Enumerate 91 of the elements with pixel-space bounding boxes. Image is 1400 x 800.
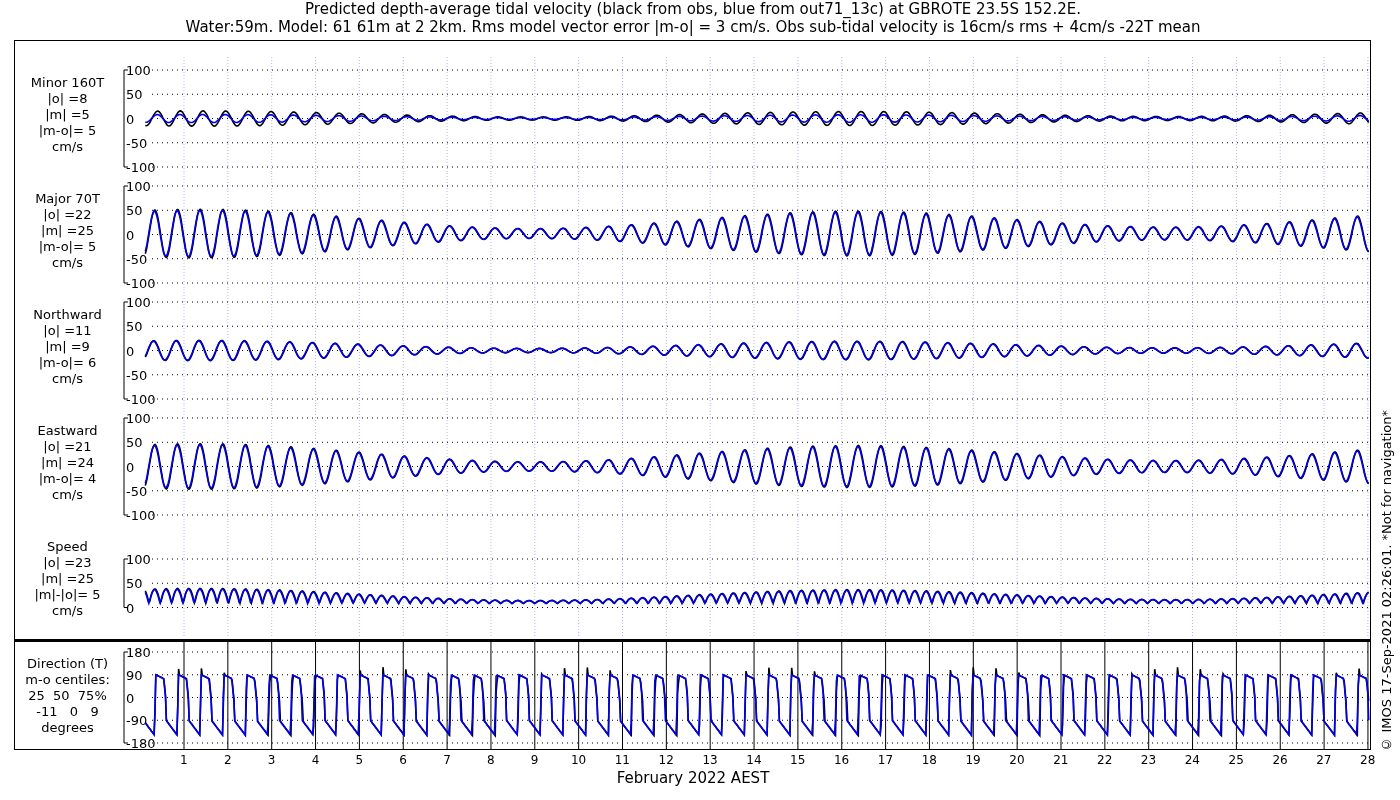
x-tick-label: 18	[920, 752, 938, 769]
chart-title: Predicted depth-average tidal velocity (black from obs, blue from out71_13c) at GBROTE 23.5S 152.2E.	[305, 0, 1081, 18]
y-tick-label: 100	[126, 295, 151, 310]
y-tick-label: -100	[126, 392, 156, 405]
x-tick-label: 17	[876, 752, 895, 769]
x-tick-label: 22	[1096, 752, 1114, 769]
y-tick-label: -50	[126, 367, 148, 383]
panel-label-text: -11 0 9	[36, 704, 99, 720]
x-tick-label: 3	[266, 752, 277, 769]
y-tick-label: 100	[126, 63, 151, 78]
panel-label-text: |o| =11	[43, 323, 92, 339]
x-tick-label: 10	[569, 752, 588, 769]
panel-label-text: cm/s	[52, 139, 83, 155]
x-tick-label: 13	[701, 752, 719, 769]
panel-label-text: 25 50 75%	[28, 688, 107, 704]
panel-label-text: Direction (T)	[27, 656, 108, 672]
y-tick-label: 0	[126, 227, 135, 243]
x-tick-label: 24	[1183, 752, 1201, 769]
x-tick-label: 12	[657, 752, 675, 769]
panel-label-text: m-o centiles:	[25, 672, 110, 688]
x-tick-label: 16	[832, 752, 851, 769]
x-tick-label: 20	[1008, 752, 1026, 769]
x-tick-label: 14	[745, 752, 763, 769]
y-tick-label: 180	[126, 645, 151, 660]
panel-label-text: |o| =23	[43, 555, 92, 571]
y-tick-label: 0	[126, 600, 135, 616]
y-tick-label: 100	[126, 179, 151, 194]
y-tick-label: 50	[126, 203, 143, 219]
panel-label-text: degrees	[41, 720, 94, 736]
y-tick-label: 50	[126, 435, 143, 451]
panel-label-text: Minor 160T	[30, 75, 105, 91]
y-tick-label: -180	[126, 736, 156, 750]
y-tick-label: -50	[126, 135, 148, 151]
x-tick-label: 1	[179, 752, 189, 769]
y-tick-label: 0	[126, 459, 135, 475]
panel-label-text: |m-o|= 5	[38, 239, 97, 255]
x-tick-label: 26	[1271, 752, 1289, 769]
y-tick-label: -50	[126, 251, 148, 267]
y-tick-label: 50	[126, 87, 143, 103]
panel-label-text: cm/s	[52, 487, 83, 503]
panel-label-text: cm/s	[52, 255, 83, 271]
x-axis-label: February 2022 AEST	[615, 770, 771, 786]
y-tick-label: 100	[126, 552, 151, 567]
x-tick-label: 23	[1139, 752, 1158, 769]
panel-label-text: cm/s	[52, 371, 83, 387]
y-axis	[123, 558, 129, 608]
panel-label-text: |m-o|= 4	[38, 471, 97, 487]
x-tick-label: 27	[1315, 752, 1333, 769]
panel-label-text: |o| =21	[43, 439, 92, 455]
y-tick-label: -90	[126, 713, 148, 729]
y-tick-label: 0	[126, 690, 135, 706]
panel-label-text: Eastward	[37, 423, 98, 439]
panel-label-text: cm/s	[52, 603, 83, 619]
y-tick-label: 50	[126, 576, 143, 592]
panel-label-text: |m-o|= 5	[38, 123, 97, 139]
y-tick-label: -50	[126, 483, 148, 499]
panel-label-text: |m|-|o|= 5	[34, 587, 101, 603]
x-tick-label: 15	[789, 752, 807, 769]
x-tick-label: 6	[398, 752, 408, 769]
y-tick-label: 90	[126, 667, 143, 683]
y-tick-label: -100	[126, 160, 156, 173]
x-tick-label: 19	[964, 752, 982, 769]
x-tick-label: 5	[354, 752, 365, 769]
panel-label-text: |o| =22	[43, 207, 92, 223]
panel-label-text: Speed	[47, 539, 88, 555]
panel-label-text: |m| =25	[41, 571, 94, 587]
x-tick-label: 4	[310, 752, 321, 769]
x-tick-label: 2	[222, 752, 233, 769]
y-tick-label: -100	[126, 508, 156, 521]
x-tick-label: 25	[1227, 752, 1245, 769]
x-tick-label: 7	[442, 752, 452, 769]
panel-label-text: |m| =9	[45, 339, 90, 355]
x-tick-label: 8	[486, 752, 496, 769]
x-tick-label: 28	[1359, 752, 1377, 769]
y-tick-label: 0	[126, 111, 135, 127]
y-tick-label: -100	[126, 276, 156, 289]
credit-text: © IMOS 17-Sep-2021 02:26:01. *Not for navigation*	[1378, 410, 1394, 752]
panel-label-text: |o| =8	[47, 91, 88, 107]
chart-title: Water:59m. Model: 61 61m at 2 2km. Rms model vector error |m-o| = 3 cm/s. Obs sub-tidal velocity is 16cm/s rms + 4cm/s -22T mean	[185, 18, 1201, 36]
panel-label-text: |m-o|= 6	[38, 355, 97, 371]
y-tick-label: 100	[126, 411, 151, 426]
y-tick-label: 0	[126, 343, 135, 359]
x-tick-label: 11	[613, 752, 631, 769]
y-tick-label: 50	[126, 319, 143, 335]
panel-label-text: |m| =5	[45, 107, 90, 123]
panel-label-text: Northward	[33, 307, 102, 323]
x-tick-label: 21	[1052, 752, 1070, 769]
panel-label-text: Major 70T	[35, 191, 100, 207]
panel-label-text: |m| =24	[41, 455, 94, 471]
x-tick-label: 9	[529, 752, 540, 769]
panel-label-text: |m| =25	[41, 223, 94, 239]
